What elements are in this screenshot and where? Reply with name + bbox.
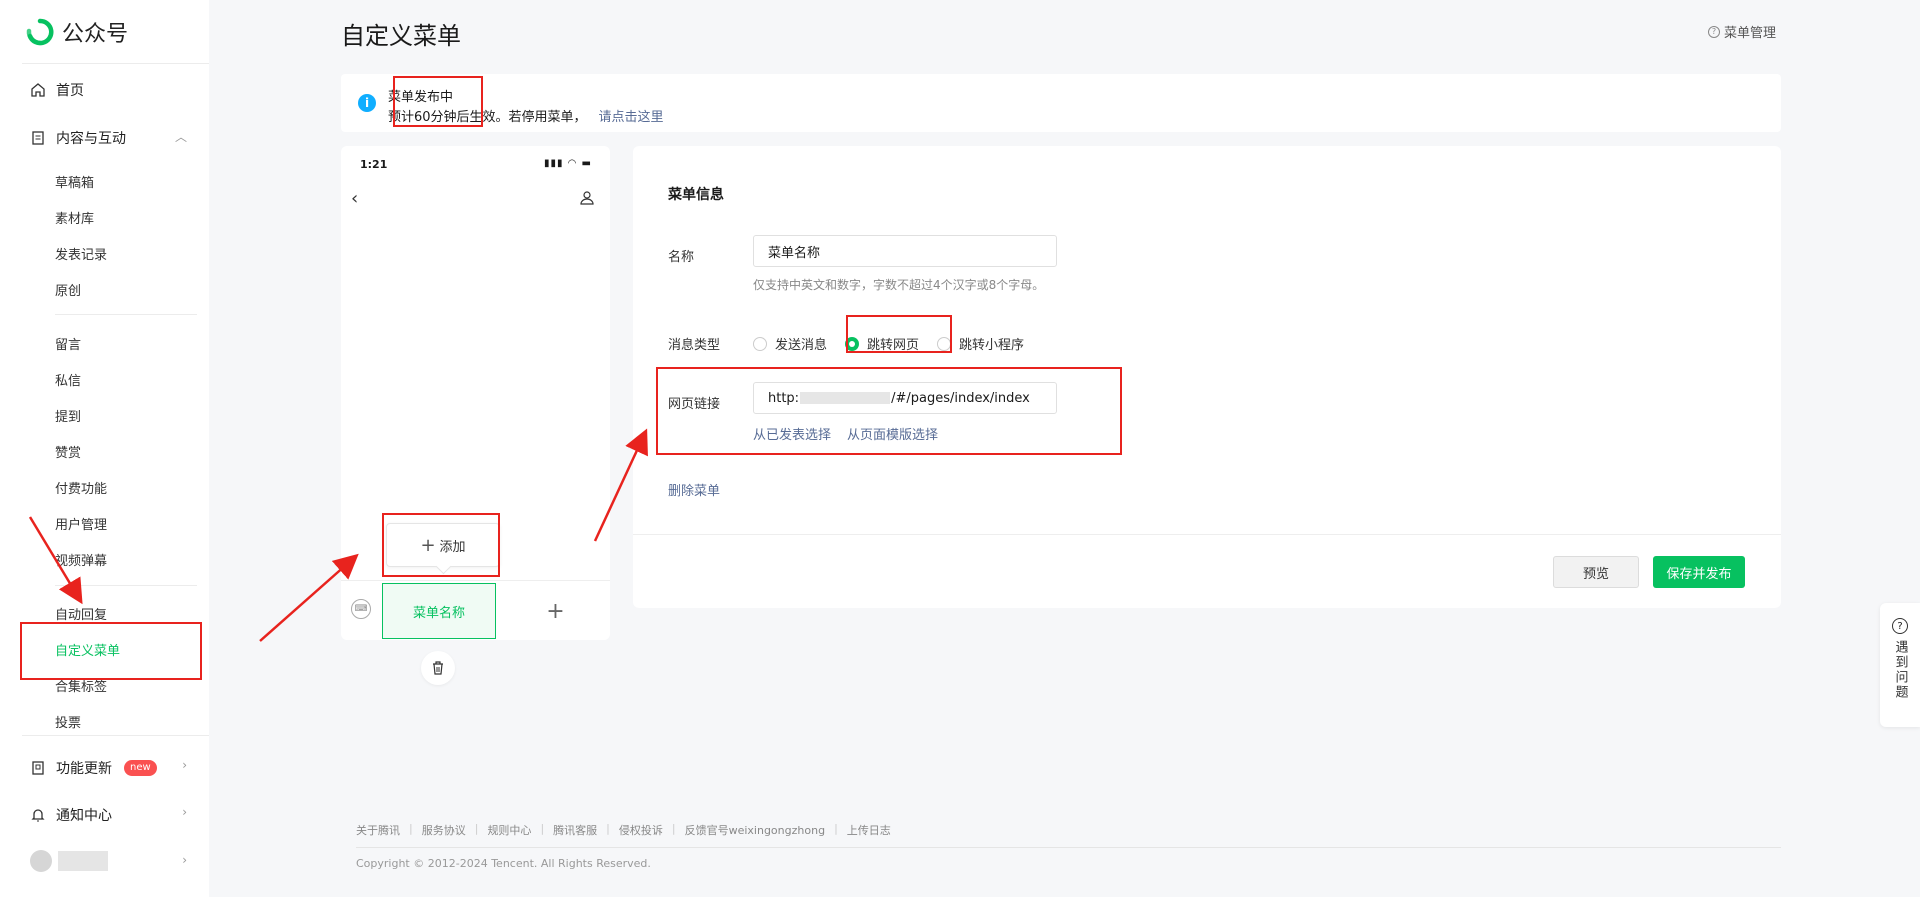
status-icons: ▮▮▮ ◠ ▬ — [543, 158, 592, 169]
name-label: 名称 — [668, 250, 695, 265]
delete-menu-link[interactable]: 删除菜单 — [668, 480, 720, 499]
bell-icon — [31, 809, 45, 822]
name-hint: 仅支持中英文和数字，字数不超过4个汉字或8个字母。 — [753, 278, 1045, 292]
annotation-box-custom-menu — [20, 622, 202, 680]
help-float-label: 遇到问题 — [1892, 640, 1908, 700]
radio-send-label: 发送消息 — [775, 338, 828, 353]
footer-link[interactable]: 反馈官号weixingongzhong — [685, 822, 825, 838]
stop-menu-link[interactable]: 请点击这里 — [599, 110, 664, 125]
nav-original[interactable]: 原创 — [55, 280, 81, 299]
brand-name: 公众号 — [62, 22, 129, 47]
question-icon: ? — [1892, 618, 1908, 634]
footer-link[interactable]: 服务协议 — [422, 822, 466, 838]
menu-name-input[interactable]: 菜单名称 — [753, 235, 1057, 267]
nav-video-danmaku[interactable]: 视频弹幕 — [55, 550, 107, 569]
info-icon: i — [358, 94, 376, 112]
document-icon — [32, 131, 44, 145]
footer-link[interactable]: 规则中心 — [487, 822, 531, 838]
nav-drafts[interactable]: 草稿箱 — [55, 172, 94, 191]
account-entry[interactable] — [30, 850, 108, 872]
nav-materials[interactable]: 素材库 — [55, 208, 94, 227]
copyright: Copyright © 2012-2024 Tencent. All Right… — [356, 857, 651, 870]
annotation-box-notice — [393, 76, 483, 127]
menu-management-link[interactable]: ? 菜单管理 — [1708, 22, 1776, 41]
logo[interactable]: 公众号 — [26, 16, 128, 48]
nav-rewards[interactable]: 赞赏 — [55, 442, 81, 461]
sidebar: 公众号 首页 内容与互动 ︿ 草稿箱 素材库 发表记录 原创 留言 私信 提到 … — [0, 0, 209, 897]
radio-dot — [753, 336, 767, 351]
chevron-up-icon[interactable]: ︿ — [175, 128, 187, 145]
nav-content-interaction[interactable]: 内容与互动 — [30, 128, 190, 148]
nav-vote[interactable]: 投票 — [55, 712, 81, 731]
account-name-redacted — [58, 851, 108, 871]
nav-content-label: 内容与互动 — [56, 131, 126, 147]
annotation-box-add — [382, 513, 500, 577]
nav-feature-update-label: 功能更新 — [56, 761, 112, 777]
chevron-right-icon[interactable]: › — [182, 758, 187, 772]
annotation-box-url — [656, 367, 1122, 455]
menu-management-label: 菜单管理 — [1724, 26, 1777, 41]
phone-menu-bar: ⌨ 菜单名称 + — [341, 580, 610, 640]
save-publish-button[interactable]: 保存并发布 — [1653, 556, 1745, 588]
chevron-right-icon[interactable]: › — [182, 853, 187, 867]
nav-messages[interactable]: 私信 — [55, 370, 81, 389]
back-arrow-icon[interactable]: ‹ — [351, 188, 358, 209]
nav-publish-records[interactable]: 发表记录 — [55, 244, 107, 263]
nav-feature-update[interactable]: 功能更新 new — [30, 758, 157, 778]
new-badge: new — [124, 760, 157, 776]
nav-auto-reply[interactable]: 自动回复 — [55, 604, 107, 623]
book-icon — [32, 761, 44, 775]
footer-link[interactable]: 腾讯客服 — [553, 822, 597, 838]
divider — [22, 63, 209, 64]
home-icon — [31, 83, 45, 97]
footer-link[interactable]: 上传日志 — [847, 822, 891, 838]
page-title: 自定义菜单 — [341, 22, 461, 50]
divider — [55, 314, 197, 315]
divider — [55, 585, 197, 586]
nav-user-management[interactable]: 用户管理 — [55, 514, 107, 533]
chevron-right-icon[interactable]: › — [182, 805, 187, 819]
delete-trash-icon[interactable] — [421, 651, 455, 685]
footer-link[interactable]: 侵权投诉 — [619, 822, 663, 838]
help-float-button[interactable]: ? 遇到问题 — [1880, 603, 1920, 727]
divider — [633, 534, 1781, 535]
nav-notify-label: 通知中心 — [56, 808, 112, 824]
divider — [22, 735, 209, 736]
nav-home[interactable]: 首页 — [30, 80, 84, 100]
preview-button[interactable]: 预览 — [1553, 556, 1639, 588]
nav-mentions[interactable]: 提到 — [55, 406, 81, 425]
avatar — [30, 850, 52, 872]
panel-title: 菜单信息 — [668, 187, 724, 203]
radio-send-message[interactable]: 发送消息 — [753, 334, 827, 353]
help-icon: ? — [1708, 25, 1720, 38]
footer-links: 关于腾讯 | 服务协议 | 规则中心 | 腾讯客服 | 侵权投诉 | 反馈官号weixin… — [356, 822, 891, 838]
user-icon[interactable] — [579, 190, 595, 206]
publish-notice: i 菜单发布中 预计60分钟后生效。若停用菜单， 请点击这里 — [341, 74, 1781, 132]
msg-type-label: 消息类型 — [668, 338, 721, 353]
footer-link[interactable]: 关于腾讯 — [356, 822, 400, 838]
nav-comments[interactable]: 留言 — [55, 334, 81, 353]
add-menu-plus-icon[interactable]: + — [501, 583, 610, 639]
footer-divider — [356, 847, 1781, 848]
status-time: 1:21 — [360, 158, 388, 171]
keyboard-icon[interactable]: ⌨ — [351, 599, 371, 619]
menu-name-value: 菜单名称 — [768, 245, 821, 261]
nav-notify[interactable]: 通知中心 — [30, 805, 112, 825]
nav-paid-features[interactable]: 付费功能 — [55, 478, 107, 497]
annotation-box-radio — [846, 315, 952, 353]
wechat-logo-icon — [26, 18, 54, 46]
radio-mini-label: 跳转小程序 — [959, 338, 1025, 353]
nav-home-label: 首页 — [56, 83, 84, 99]
menu-tab-selected[interactable]: 菜单名称 — [382, 583, 496, 639]
